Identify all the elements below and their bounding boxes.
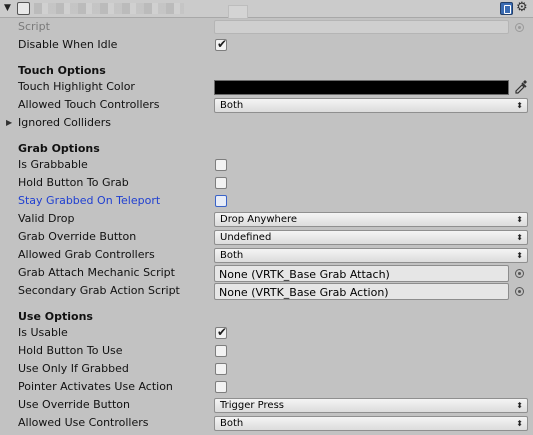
object-field-value: None (VRTK_Base Grab Attach) xyxy=(219,268,390,281)
allowed-grab-controllers-dropdown[interactable]: Both ⬍ xyxy=(214,248,528,263)
dropdown-value: Both xyxy=(220,418,244,429)
hold-button-to-grab-checkbox[interactable] xyxy=(215,177,227,189)
dropdown-arrows-icon: ⬍ xyxy=(516,401,523,410)
row-secondary-grab-action-script: Secondary Grab Action Script None (VRTK_… xyxy=(0,282,533,300)
allowed-grab-controllers-label: Allowed Grab Controllers xyxy=(18,248,155,261)
dropdown-value: Undefined xyxy=(220,232,272,243)
object-picker-icon[interactable] xyxy=(515,269,524,278)
use-options-heading: Use Options xyxy=(18,310,93,323)
row-allowed-use-controllers: Allowed Use Controllers Both ⬍ xyxy=(0,414,533,432)
book-icon[interactable] xyxy=(500,2,513,15)
grab-override-button-dropdown[interactable]: Undefined ⬍ xyxy=(214,230,528,245)
is-usable-checkbox[interactable]: ✔ xyxy=(215,325,228,339)
gear-icon[interactable]: ⚙ xyxy=(516,0,528,16)
row-allowed-touch-controllers: Allowed Touch Controllers Both ⬍ xyxy=(0,96,533,114)
dropdown-value: Drop Anywhere xyxy=(220,214,298,225)
object-picker-icon xyxy=(515,23,524,32)
row-use-override-button: Use Override Button Trigger Press ⬍ xyxy=(0,396,533,414)
touch-highlight-color-field[interactable] xyxy=(214,80,509,95)
is-grabbable-checkbox[interactable] xyxy=(215,159,227,171)
dropdown-value: Trigger Press xyxy=(220,400,284,411)
dropdown-value: Both xyxy=(220,100,244,111)
hold-button-to-use-label: Hold Button To Use xyxy=(18,344,123,357)
object-picker-icon[interactable] xyxy=(515,287,524,296)
script-label: Script xyxy=(18,20,50,33)
foldout-arrow-icon[interactable]: ▶ xyxy=(6,118,12,127)
grab-override-button-label: Grab Override Button xyxy=(18,230,137,243)
touch-highlight-color-label: Touch Highlight Color xyxy=(18,80,135,93)
eyedropper-icon[interactable] xyxy=(513,78,529,94)
row-grab-override-button: Grab Override Button Undefined ⬍ xyxy=(0,228,533,246)
grab-attach-mechanic-script-label: Grab Attach Mechanic Script xyxy=(18,266,175,279)
secondary-grab-action-script-label: Secondary Grab Action Script xyxy=(18,284,180,297)
script-field xyxy=(214,20,509,34)
use-only-if-grabbed-label: Use Only If Grabbed xyxy=(18,362,129,375)
checkmark-icon: ✔ xyxy=(217,325,228,339)
use-override-button-label: Use Override Button xyxy=(18,398,130,411)
dropdown-arrows-icon: ⬍ xyxy=(516,233,523,242)
disable-when-idle-checkbox[interactable]: ✔ xyxy=(215,37,228,51)
valid-drop-dropdown[interactable]: Drop Anywhere ⬍ xyxy=(214,212,528,227)
is-usable-label: Is Usable xyxy=(18,326,68,339)
row-valid-drop: Valid Drop Drop Anywhere ⬍ xyxy=(0,210,533,228)
component-icon xyxy=(17,2,30,15)
touch-options-heading: Touch Options xyxy=(18,64,106,77)
valid-drop-label: Valid Drop xyxy=(18,212,75,225)
object-field-value: None (VRTK_Base Grab Action) xyxy=(219,286,389,299)
blurred-title-fragment xyxy=(228,5,248,19)
use-override-button-dropdown[interactable]: Trigger Press ⬍ xyxy=(214,398,528,413)
row-allowed-grab-controllers: Allowed Grab Controllers Both ⬍ xyxy=(0,246,533,264)
row-use-only-if-grabbed: Use Only If Grabbed xyxy=(0,360,533,378)
row-stay-grabbed-on-teleport: Stay Grabbed On Teleport xyxy=(0,192,533,210)
pointer-activates-use-action-checkbox[interactable] xyxy=(215,381,227,393)
row-script: Script xyxy=(0,18,533,36)
dropdown-value: Both xyxy=(220,250,244,261)
use-only-if-grabbed-checkbox[interactable] xyxy=(215,363,227,375)
pointer-activates-use-action-label: Pointer Activates Use Action xyxy=(18,380,173,393)
grab-options-heading: Grab Options xyxy=(18,142,100,155)
grab-attach-mechanic-script-field[interactable]: None (VRTK_Base Grab Attach) xyxy=(214,265,509,282)
dropdown-arrows-icon: ⬍ xyxy=(516,215,523,224)
allowed-touch-controllers-label: Allowed Touch Controllers xyxy=(18,98,160,111)
allowed-use-controllers-dropdown[interactable]: Both ⬍ xyxy=(214,416,528,431)
secondary-grab-action-script-field[interactable]: None (VRTK_Base Grab Action) xyxy=(214,283,509,300)
row-pointer-activates-use-action: Pointer Activates Use Action xyxy=(0,378,533,396)
is-grabbable-label: Is Grabbable xyxy=(18,158,88,171)
row-disable-when-idle: Disable When Idle ✔ xyxy=(0,36,533,54)
hold-button-to-grab-label: Hold Button To Grab xyxy=(18,176,129,189)
allowed-use-controllers-label: Allowed Use Controllers xyxy=(18,416,149,429)
row-ignored-colliders[interactable]: ▶ Ignored Colliders xyxy=(0,114,533,132)
dropdown-arrows-icon: ⬍ xyxy=(516,101,523,110)
stay-grabbed-on-teleport-label: Stay Grabbed On Teleport xyxy=(18,194,161,207)
allowed-touch-controllers-dropdown[interactable]: Both ⬍ xyxy=(214,98,528,113)
checkmark-icon: ✔ xyxy=(217,37,228,51)
row-hold-button-to-grab: Hold Button To Grab xyxy=(0,174,533,192)
blurred-title xyxy=(34,3,184,14)
row-is-grabbable: Is Grabbable xyxy=(0,156,533,174)
component-header: ▼ ⚙ xyxy=(0,0,533,19)
row-grab-attach-mechanic-script: Grab Attach Mechanic Script None (VRTK_B… xyxy=(0,264,533,282)
row-hold-button-to-use: Hold Button To Use xyxy=(0,342,533,360)
dropdown-arrows-icon: ⬍ xyxy=(516,251,523,260)
disable-when-idle-label: Disable When Idle xyxy=(18,38,118,51)
stay-grabbed-on-teleport-checkbox[interactable] xyxy=(215,195,227,207)
row-is-usable: Is Usable ✔ xyxy=(0,324,533,342)
ignored-colliders-label: Ignored Colliders xyxy=(18,116,112,129)
hold-button-to-use-checkbox[interactable] xyxy=(215,345,227,357)
fold-arrow-icon[interactable]: ▼ xyxy=(4,3,11,13)
row-touch-highlight-color: Touch Highlight Color xyxy=(0,78,533,96)
dropdown-arrows-icon: ⬍ xyxy=(516,419,523,428)
